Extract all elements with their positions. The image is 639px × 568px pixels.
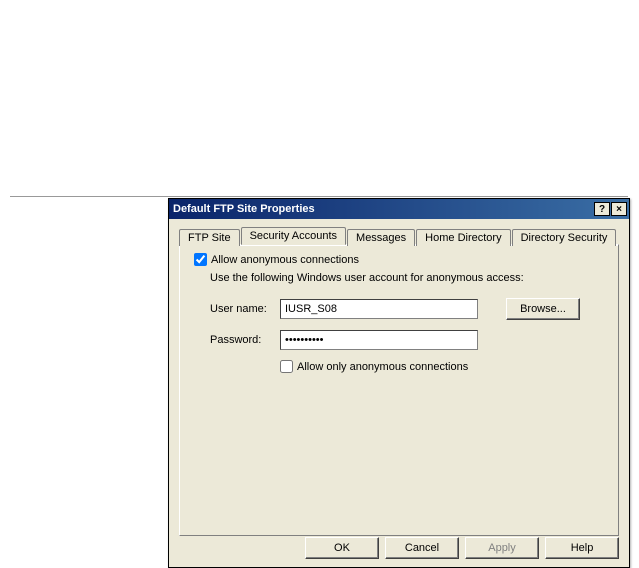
username-row: User name: Browse... bbox=[210, 298, 604, 320]
tab-messages[interactable]: Messages bbox=[347, 229, 415, 246]
password-row: Password: bbox=[210, 330, 604, 350]
password-field[interactable] bbox=[280, 330, 478, 350]
username-label: User name: bbox=[210, 303, 280, 315]
allow-only-anonymous-checkbox[interactable] bbox=[280, 360, 293, 373]
password-label: Password: bbox=[210, 334, 280, 346]
allow-only-row: Allow only anonymous connections bbox=[280, 360, 604, 373]
allow-only-anonymous-label: Allow only anonymous connections bbox=[297, 361, 468, 373]
properties-dialog: Default FTP Site Properties ? × FTP Site… bbox=[168, 198, 630, 568]
allow-anonymous-label: Allow anonymous connections bbox=[211, 254, 359, 266]
titlebar-title: Default FTP Site Properties bbox=[173, 203, 594, 215]
ok-button[interactable]: OK bbox=[305, 537, 379, 559]
allow-anonymous-checkbox[interactable] bbox=[194, 253, 207, 266]
help-button[interactable]: Help bbox=[545, 537, 619, 559]
close-icon[interactable]: × bbox=[611, 202, 627, 216]
dialog-body: FTP Site Security Accounts Messages Home… bbox=[169, 219, 629, 567]
subtitle-text: Use the following Windows user account f… bbox=[210, 272, 604, 284]
tab-security-accounts[interactable]: Security Accounts bbox=[241, 227, 346, 245]
tab-home-directory[interactable]: Home Directory bbox=[416, 229, 510, 246]
allow-anonymous-row: Allow anonymous connections bbox=[194, 253, 604, 266]
background-region bbox=[10, 10, 628, 197]
apply-button[interactable]: Apply bbox=[465, 537, 539, 559]
tabstrip: FTP Site Security Accounts Messages Home… bbox=[179, 227, 619, 244]
tab-panel: Allow anonymous connections Use the foll… bbox=[179, 244, 619, 536]
anonymous-group: Allow anonymous connections Use the foll… bbox=[194, 253, 604, 373]
titlebar[interactable]: Default FTP Site Properties ? × bbox=[169, 199, 629, 219]
tab-ftp-site[interactable]: FTP Site bbox=[179, 229, 240, 246]
anonymous-subgroup: Use the following Windows user account f… bbox=[194, 272, 604, 373]
username-field[interactable] bbox=[280, 299, 478, 319]
titlebar-buttons: ? × bbox=[594, 202, 629, 216]
browse-button[interactable]: Browse... bbox=[506, 298, 580, 320]
tab-directory-security[interactable]: Directory Security bbox=[512, 229, 617, 246]
button-bar: OK Cancel Apply Help bbox=[305, 537, 619, 559]
help-icon[interactable]: ? bbox=[594, 202, 610, 216]
cancel-button[interactable]: Cancel bbox=[385, 537, 459, 559]
